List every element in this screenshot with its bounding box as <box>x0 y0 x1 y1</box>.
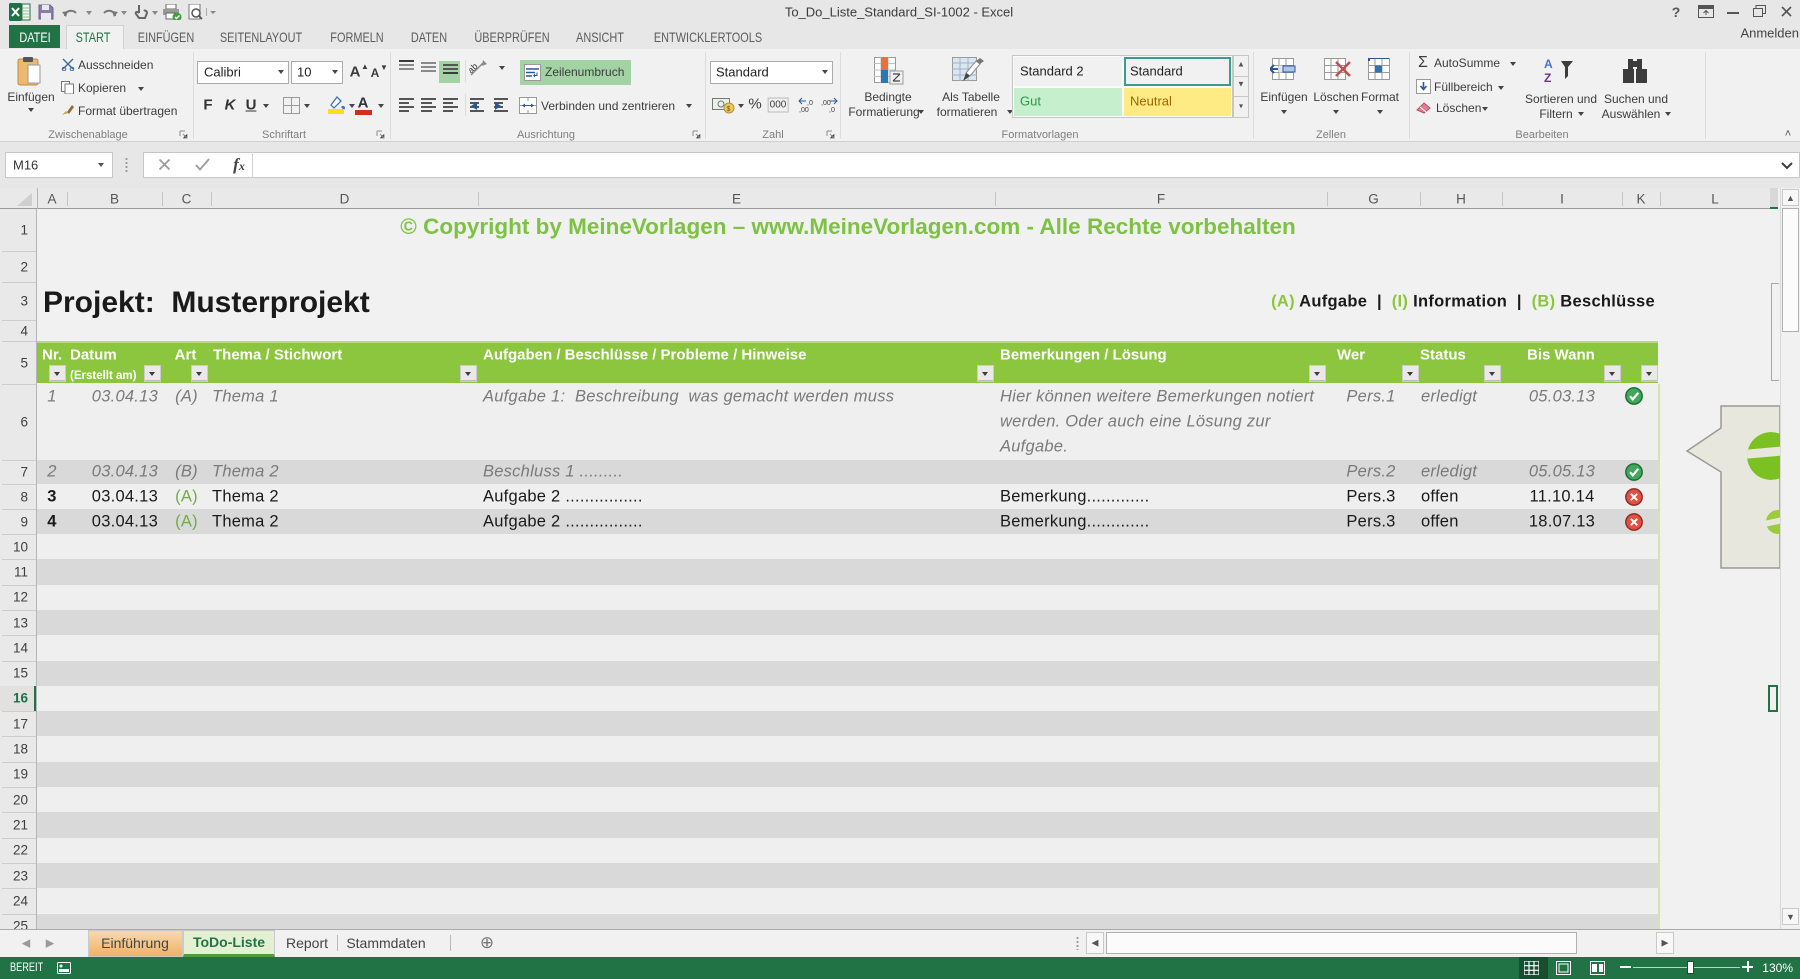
svg-text:$: $ <box>727 106 731 113</box>
svg-text:Z: Z <box>1544 71 1551 85</box>
svg-text:,00: ,00 <box>799 107 809 113</box>
svg-text:,0: ,0 <box>829 107 835 113</box>
svg-text:A: A <box>1544 57 1553 71</box>
svg-text:,0: ,0 <box>807 100 813 107</box>
svg-text:,00: ,00 <box>821 100 831 107</box>
svg-text:ab: ab <box>469 61 480 75</box>
